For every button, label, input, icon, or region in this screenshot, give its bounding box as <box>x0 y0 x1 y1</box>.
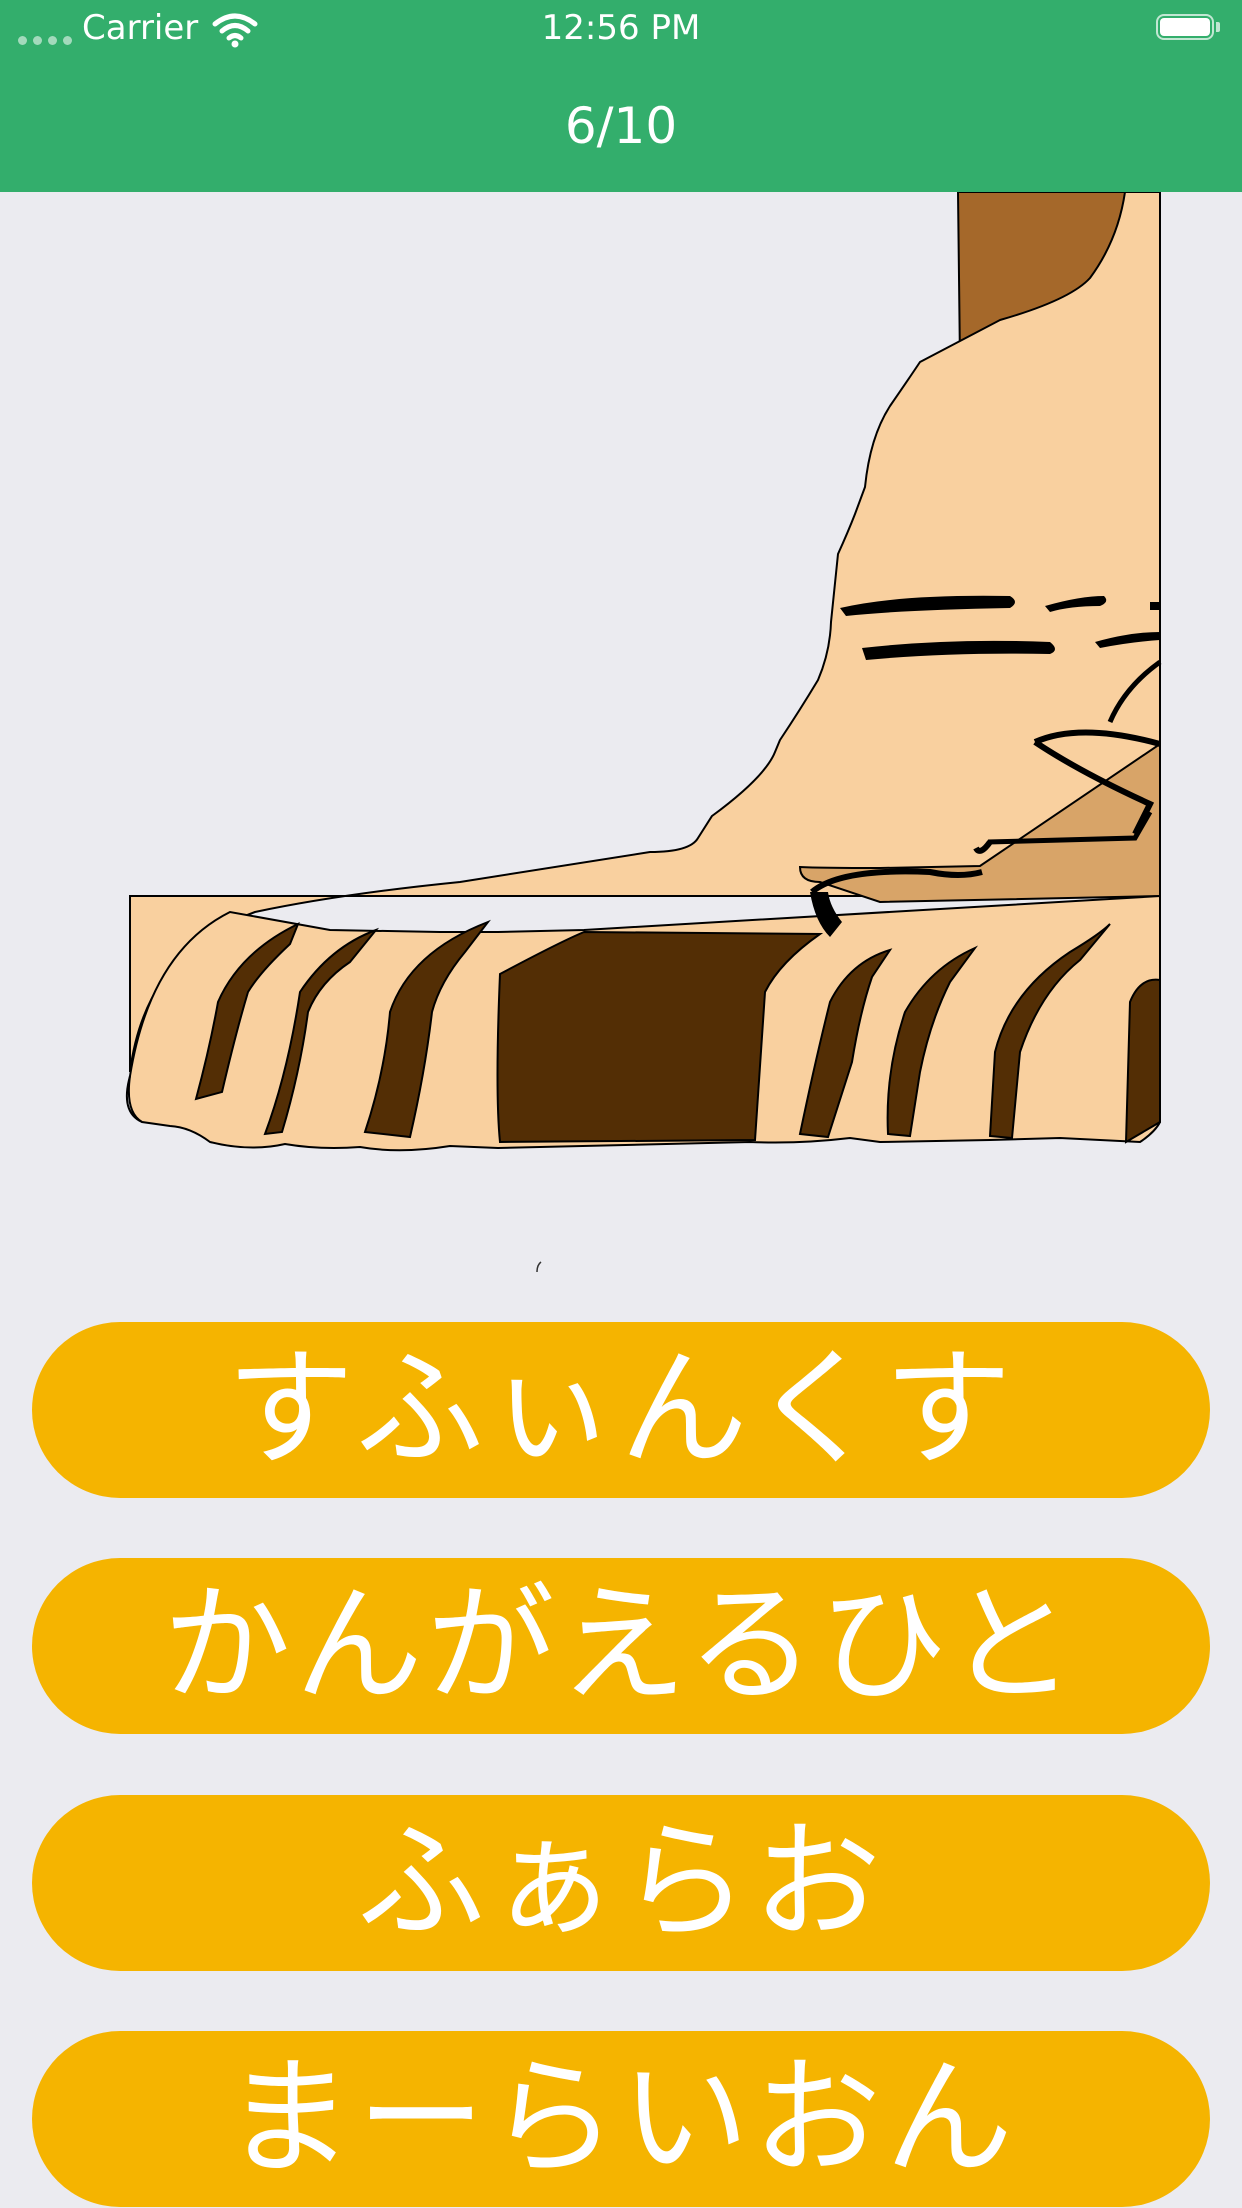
answer-button-4[interactable]: まーらいおん <box>32 2031 1210 2207</box>
answer-button-2[interactable]: かんがえるひと <box>32 1558 1210 1734</box>
answer-button-3[interactable]: ふぁらお <box>32 1795 1210 1971</box>
battery-full-icon <box>1156 14 1222 44</box>
sphinx-paw-illustration <box>0 191 1242 1240</box>
status-time: 12:56 PM <box>541 8 701 48</box>
app-header: Carrier 12:56 PM 6/10 <box>0 0 1242 192</box>
decorative-mark <box>536 1258 542 1273</box>
question-progress: 6/10 <box>564 97 678 155</box>
status-bar: Carrier 12:56 PM <box>0 0 1242 60</box>
answer-button-1[interactable]: すふぃんくす <box>32 1322 1210 1498</box>
